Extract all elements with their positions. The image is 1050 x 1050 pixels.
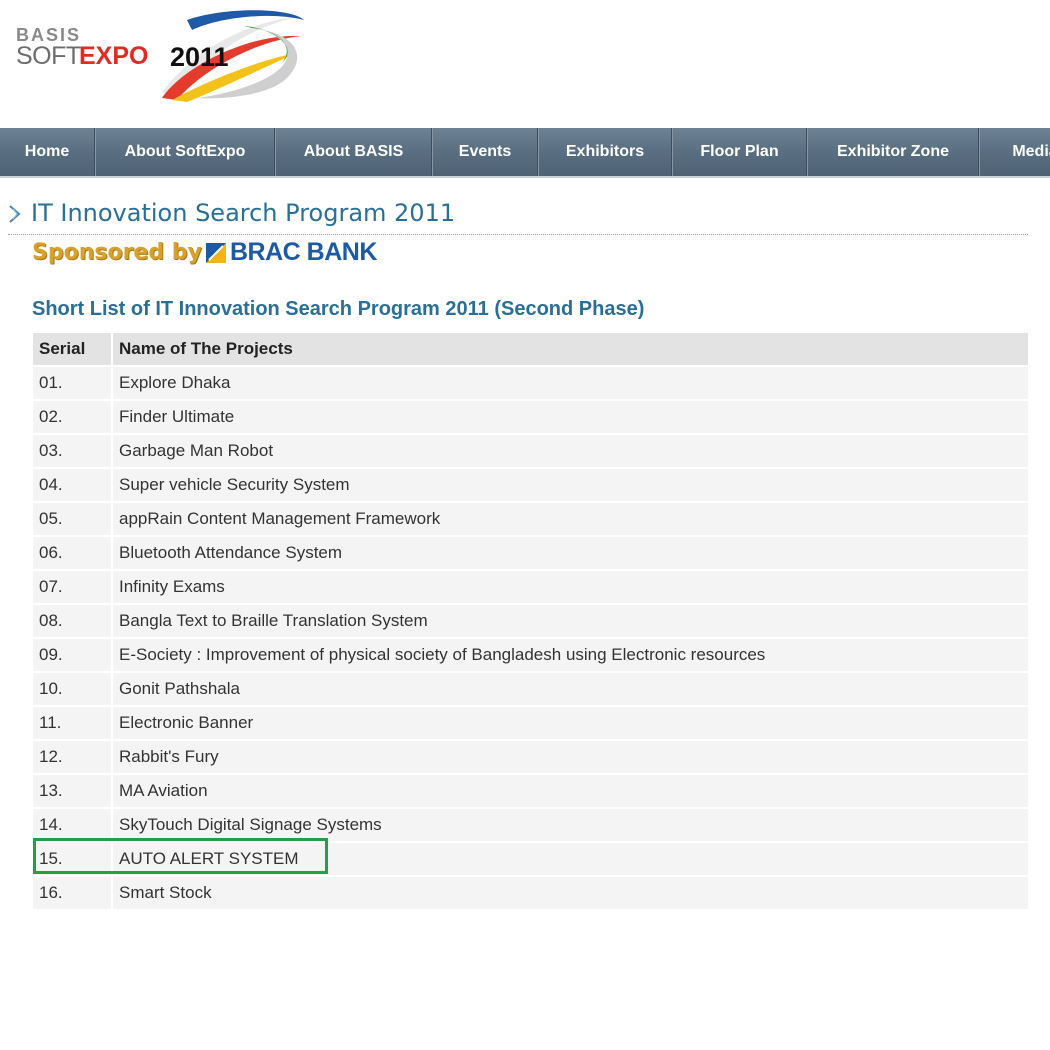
serial-cell: 13. xyxy=(33,775,113,807)
serial-cell: 11. xyxy=(33,707,113,739)
nav-divider xyxy=(431,128,432,176)
serial-cell: 10. xyxy=(33,673,113,705)
page-title: IT Innovation Search Program 2011 xyxy=(31,199,456,227)
table-row: 02. Finder Ultimate xyxy=(33,401,1028,433)
project-name-cell: Infinity Exams xyxy=(113,571,1028,603)
project-name-cell: MA Aviation xyxy=(113,775,1028,807)
serial-cell: 14. xyxy=(33,809,113,841)
project-name-cell: Explore Dhaka xyxy=(113,367,1028,399)
nav-exhibitor-zone[interactable]: Exhibitor Zone xyxy=(808,128,978,176)
serial-cell: 02. xyxy=(33,401,113,433)
project-name-cell: Rabbit's Fury xyxy=(113,741,1028,773)
list-heading: Short List of IT Innovation Search Progr… xyxy=(32,298,645,320)
table-row: 11. Electronic Banner xyxy=(33,707,1028,739)
table-row: 09. E-Society : Improvement of physical s… xyxy=(33,639,1028,671)
serial-cell: 12. xyxy=(33,741,113,773)
nav-divider xyxy=(806,128,807,176)
table-row: 14. SkyTouch Digital Signage Systems xyxy=(33,809,1028,841)
table-row: 07. Infinity Exams xyxy=(33,571,1028,603)
projects-table: Serial Name of The Projects 01. Explore D… xyxy=(33,331,1028,911)
logo-soft-text: SOFT xyxy=(16,42,81,70)
table-row: 12. Rabbit's Fury xyxy=(33,741,1028,773)
project-name-cell: AUTO ALERT SYSTEM xyxy=(113,843,1028,875)
page-title-row: IT Innovation Search Program 2011 xyxy=(8,198,1028,235)
nav-about-softexpo[interactable]: About SoftExpo xyxy=(96,128,274,176)
project-name-cell: Electronic Banner xyxy=(113,707,1028,739)
project-name-cell: Bluetooth Attendance System xyxy=(113,537,1028,569)
nav-home[interactable]: Home xyxy=(0,128,94,176)
project-name-cell: Garbage Man Robot xyxy=(113,435,1028,467)
nav-events[interactable]: Events xyxy=(433,128,537,176)
serial-cell: 08. xyxy=(33,605,113,637)
nav-divider xyxy=(671,128,672,176)
nav-divider xyxy=(537,128,538,176)
project-name-cell: Smart Stock xyxy=(113,877,1028,909)
serial-cell: 03. xyxy=(33,435,113,467)
table-row: 03. Garbage Man Robot xyxy=(33,435,1028,467)
table-row: 08. Bangla Text to Braille Translation Sy… xyxy=(33,605,1028,637)
sponsor-label: Sponsored by xyxy=(32,240,202,265)
project-name-cell: E-Society : Improvement of physical soci… xyxy=(113,639,1028,671)
serial-cell: 09. xyxy=(33,639,113,671)
nav-about-basis[interactable]: About BASIS xyxy=(276,128,431,176)
table-row: 13. MA Aviation xyxy=(33,775,1028,807)
table-row-highlighted: 15. AUTO ALERT SYSTEM xyxy=(33,843,1028,875)
main-navbar: Home About SoftExpo About BASIS Events E… xyxy=(0,128,1050,178)
table-row: 04. Super vehicle Security System xyxy=(33,469,1028,501)
header-project-name: Name of The Projects xyxy=(113,333,1028,365)
project-name-cell: Super vehicle Security System xyxy=(113,469,1028,501)
table-row: 06. Bluetooth Attendance System xyxy=(33,537,1028,569)
logo-expo-text: EXPO xyxy=(79,42,149,70)
table-row: 01. Explore Dhaka xyxy=(33,367,1028,399)
serial-cell: 04. xyxy=(33,469,113,501)
serial-cell: 07. xyxy=(33,571,113,603)
table-row: 16. Smart Stock xyxy=(33,877,1028,909)
nav-exhibitors[interactable]: Exhibitors xyxy=(539,128,671,176)
chevron-right-icon xyxy=(9,205,21,223)
project-name-cell: Gonit Pathshala xyxy=(113,673,1028,705)
project-name-cell: SkyTouch Digital Signage Systems xyxy=(113,809,1028,841)
project-name-cell: appRain Content Management Framework xyxy=(113,503,1028,535)
table-row: 05. appRain Content Management Framework xyxy=(33,503,1028,535)
table-header-row: Serial Name of The Projects xyxy=(33,333,1028,365)
header-serial: Serial xyxy=(33,333,113,365)
project-name-cell: Bangla Text to Braille Translation Syste… xyxy=(113,605,1028,637)
serial-cell: 01. xyxy=(33,367,113,399)
serial-cell: 06. xyxy=(33,537,113,569)
nav-media[interactable]: Media xyxy=(980,128,1050,176)
brac-bank-logo-icon xyxy=(206,243,226,263)
nav-divider xyxy=(978,128,979,176)
nav-divider xyxy=(94,128,95,176)
project-name-cell: Finder Ultimate xyxy=(113,401,1028,433)
nav-divider xyxy=(274,128,275,176)
serial-cell: 16. xyxy=(33,877,113,909)
logo-year-text: 2011 xyxy=(170,42,229,72)
serial-cell: 15. xyxy=(33,843,113,875)
site-logo[interactable]: BASIS SOFT EXPO 2011 xyxy=(12,8,312,108)
serial-cell: 05. xyxy=(33,503,113,535)
sponsor-name: BRAC BANK xyxy=(230,238,377,266)
nav-floor-plan[interactable]: Floor Plan xyxy=(673,128,806,176)
table-row: 10. Gonit Pathshala xyxy=(33,673,1028,705)
